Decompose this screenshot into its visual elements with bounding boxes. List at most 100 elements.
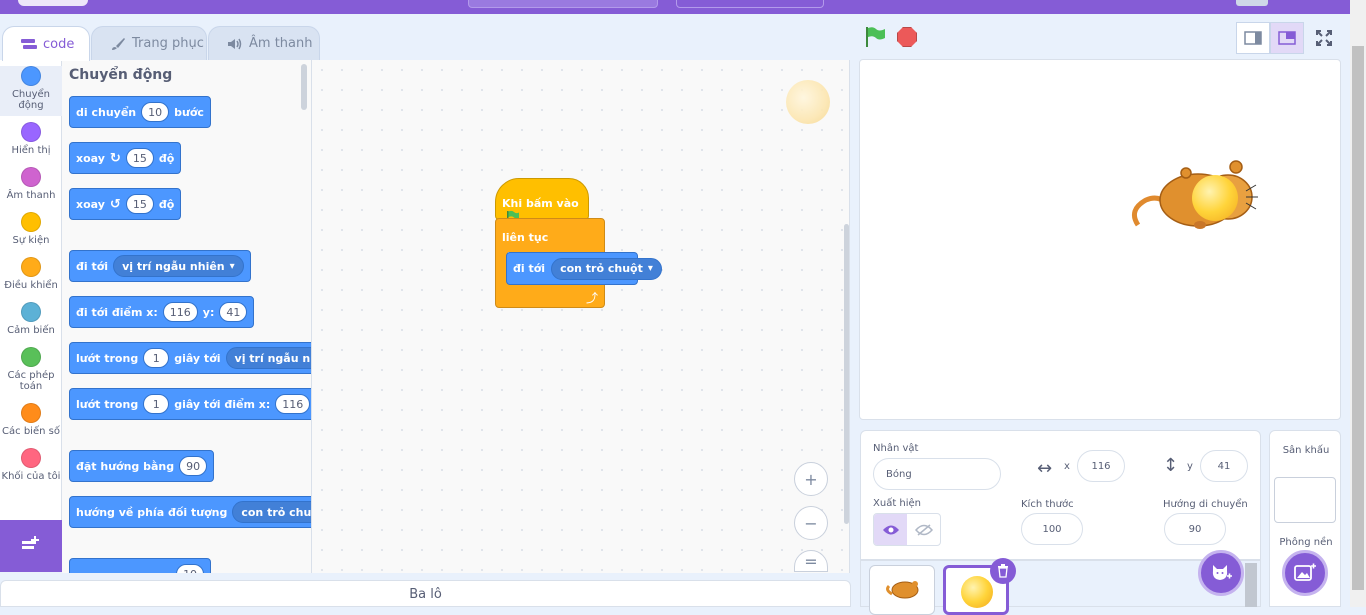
stage-thumbnail[interactable]	[1274, 477, 1336, 523]
category-label: Các phép toán	[7, 370, 55, 392]
block-text: đi tới	[513, 262, 546, 275]
x-label: x	[1064, 461, 1070, 472]
block-when-flag-clicked[interactable]: Khi bấm vào	[495, 178, 589, 223]
block-glide[interactable]: lướt trong 1 giây tới vị trí ngẫu nhiên	[69, 342, 311, 374]
category-operators[interactable]: Các phép toán	[0, 347, 62, 392]
large-stage-button[interactable]	[1270, 22, 1304, 54]
scratch-logo[interactable]	[18, 0, 88, 6]
goto-target-dropdown[interactable]: con trỏ chuột	[551, 257, 662, 280]
zoom-in-icon: +	[804, 469, 818, 489]
stop-button[interactable]	[897, 27, 917, 47]
category-menu: Chuyển động Hiển thị Âm thanh Sự kiện Đi…	[0, 60, 62, 520]
category-sensing[interactable]: Cảm biến	[0, 302, 62, 336]
glide-target-dropdown[interactable]: vị trí ngẫu nhiên	[225, 347, 311, 369]
size-input[interactable]: 100	[1021, 513, 1083, 545]
block-partial[interactable]: 10	[69, 558, 211, 573]
x-input[interactable]: 116	[275, 394, 311, 414]
category-dot	[21, 167, 41, 187]
workspace-scrollbar[interactable]	[844, 224, 849, 524]
block-point-towards[interactable]: hướng về phía đối tượng con trỏ chuột	[69, 496, 311, 528]
block-goto-xy[interactable]: đi tới điểm x: 116 y: 41	[69, 296, 255, 328]
palette-scrollbar[interactable]	[301, 64, 307, 110]
add-extension-button[interactable]	[0, 520, 62, 572]
zoom-in-button[interactable]: +	[794, 462, 828, 496]
direction-input[interactable]: 90	[1164, 513, 1226, 545]
x-position-input[interactable]: 116	[1077, 450, 1125, 482]
sprite-name-label: Nhân vật	[873, 443, 919, 454]
add-backdrop-button[interactable]	[1282, 550, 1328, 596]
direction-label: Hướng di chuyển	[1163, 499, 1248, 510]
block-turn-right[interactable]: xoay ↻ 15 độ	[69, 142, 182, 174]
y-position-input[interactable]: 41	[1200, 450, 1248, 482]
block-turn-left[interactable]: xoay ↺ 15 độ	[69, 188, 182, 220]
block-goto-mouse[interactable]: đi tới con trỏ chuột	[506, 252, 662, 285]
block-point-direction[interactable]: đặt hướng bằng 90	[69, 450, 215, 482]
tab-sounds[interactable]: Âm thanh	[208, 26, 320, 60]
delete-sprite-button[interactable]	[990, 558, 1016, 584]
cat-add-icon	[1212, 565, 1232, 580]
size-label: Kích thước	[1021, 499, 1074, 510]
block-move-steps[interactable]: di chuyển 10 bước	[69, 96, 211, 128]
zoom-reset-button[interactable]: =	[794, 550, 828, 572]
visibility-toggle	[873, 513, 941, 546]
block-glide-xy[interactable]: lướt trong 1 giây tới điểm x: 116 y: 41	[69, 388, 311, 420]
block-text: đi tới	[76, 259, 109, 273]
stage-canvas[interactable]	[859, 59, 1341, 420]
block-goto[interactable]: đi tới vị trí ngẫu nhiên	[69, 250, 251, 282]
small-stage-button[interactable]	[1236, 22, 1270, 54]
zoom-reset-icon: =	[804, 551, 818, 571]
horizontal-arrows-icon: ↔	[1037, 458, 1053, 479]
category-dot	[21, 122, 41, 142]
category-variables[interactable]: Các biến số	[0, 403, 62, 437]
direction-input[interactable]: 90	[179, 456, 208, 476]
fullscreen-button[interactable]	[1307, 22, 1341, 54]
sprite-name-input[interactable]: Bóng	[873, 458, 1001, 490]
block-text: giây tới	[174, 351, 221, 365]
towards-target-dropdown[interactable]: con trỏ chuột	[232, 501, 311, 523]
account-menu[interactable]	[1236, 0, 1268, 6]
category-label: Các biến số	[2, 426, 60, 437]
tab-label: code	[43, 36, 75, 52]
sprite-thumb-mouse[interactable]	[869, 565, 935, 615]
category-label: Sự kiện	[12, 235, 50, 246]
category-sound[interactable]: Âm thanh	[0, 167, 62, 201]
degrees-input[interactable]: 15	[125, 194, 154, 214]
show-label: Xuất hiện	[873, 498, 922, 509]
page-scrollbar[interactable]	[1350, 0, 1366, 607]
category-label: Âm thanh	[6, 190, 56, 201]
category-my-blocks[interactable]: Khối của tôi	[0, 448, 62, 482]
y-label: y	[1187, 461, 1193, 472]
share-button[interactable]	[676, 0, 824, 8]
page-scrollbar-thumb[interactable]	[1352, 46, 1364, 590]
block-text: y:	[202, 305, 215, 319]
category-label: Khối của tôi	[1, 471, 61, 482]
sprite-list-scrollbar[interactable]	[1245, 563, 1257, 607]
category-looks[interactable]: Hiển thị	[0, 122, 62, 156]
add-sprite-button[interactable]	[1198, 550, 1244, 596]
seconds-input[interactable]: 1	[143, 394, 170, 414]
vertical-arrows-icon: ↕	[1163, 455, 1179, 476]
number-input[interactable]: 10	[176, 564, 204, 573]
show-sprite-button[interactable]	[874, 514, 907, 545]
image-add-icon	[1294, 563, 1316, 581]
x-input[interactable]: 116	[162, 302, 198, 322]
y-input[interactable]: 41	[219, 302, 248, 322]
backpack-header[interactable]: Ba lô	[0, 580, 851, 607]
block-text: lướt trong	[76, 397, 139, 411]
seconds-input[interactable]: 1	[143, 348, 170, 368]
project-title-input[interactable]	[468, 0, 658, 8]
tab-costumes[interactable]: Trang phục	[91, 26, 207, 60]
green-flag-button[interactable]	[864, 26, 888, 48]
zoom-out-button[interactable]: −	[794, 506, 828, 540]
script-workspace[interactable]: Khi bấm vào liên tục ⤴ đi tới con trỏ ch…	[312, 60, 850, 573]
goto-target-dropdown[interactable]: vị trí ngẫu nhiên	[113, 255, 244, 277]
loop-arrow-icon: ⤴	[586, 291, 599, 305]
category-motion[interactable]: Chuyển động	[0, 66, 62, 116]
tab-code[interactable]: code	[2, 26, 90, 61]
palette-section-title: Chuyển động	[69, 67, 173, 83]
degrees-input[interactable]: 15	[125, 148, 154, 168]
hide-sprite-button[interactable]	[907, 514, 940, 545]
steps-input[interactable]: 10	[141, 102, 170, 122]
category-control[interactable]: Điều khiển	[0, 257, 62, 291]
category-events[interactable]: Sự kiện	[0, 212, 62, 246]
